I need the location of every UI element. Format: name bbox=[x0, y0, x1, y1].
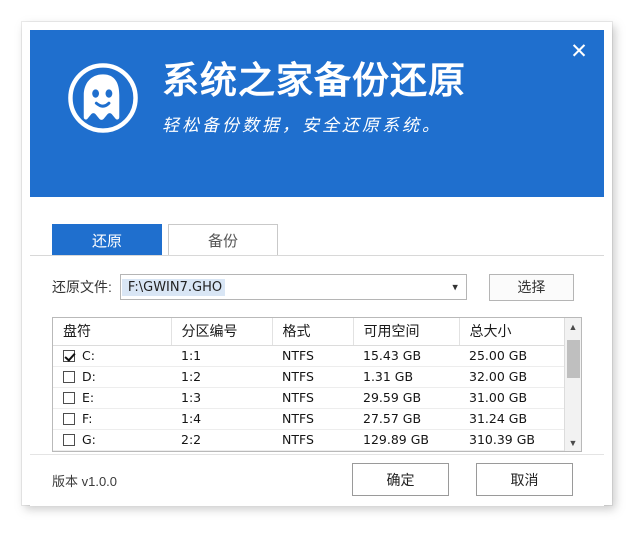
cell-format: NTFS bbox=[272, 345, 353, 366]
col-header-free: 可用空间 bbox=[353, 318, 459, 345]
tab-backup[interactable]: 备份 bbox=[168, 224, 278, 256]
cell-partition: 1:1 bbox=[171, 345, 272, 366]
cell-drive[interactable]: C: bbox=[53, 345, 171, 366]
close-icon[interactable]: ✕ bbox=[564, 36, 594, 66]
cell-total: 31.24 GB bbox=[459, 408, 564, 429]
table-row[interactable]: D: 1:2 NTFS 1.31 GB 32.00 GB bbox=[53, 366, 564, 387]
cell-total: 31.00 GB bbox=[459, 387, 564, 408]
app-title: 系统之家备份还原 bbox=[162, 62, 466, 101]
scrollbar-thumb[interactable] bbox=[567, 340, 580, 378]
restore-file-value: F:\GWIN7.GHO bbox=[122, 279, 225, 296]
drive-letter: F: bbox=[82, 411, 92, 426]
restore-file-row: 还原文件: F:\GWIN7.GHO ▾ 选择 bbox=[52, 273, 584, 301]
cell-free: 1.31 GB bbox=[353, 366, 459, 387]
table-row[interactable]: C: 1:1 NTFS 15.43 GB 25.00 GB bbox=[53, 345, 564, 366]
version-label: 版本 v1.0.0 bbox=[52, 471, 117, 490]
cell-partition: 1:4 bbox=[171, 408, 272, 429]
screen: ✕ 系统之家备份还原 轻松备份数据，安全还原系统。 还原 备份 bbox=[0, 0, 640, 545]
col-header-total: 总大小 bbox=[459, 318, 564, 345]
cell-format: NTFS bbox=[272, 429, 353, 450]
chevron-down-icon[interactable]: ▾ bbox=[452, 281, 458, 294]
cell-total: 310.39 GB bbox=[459, 429, 564, 450]
chevron-up-icon[interactable]: ▲ bbox=[565, 318, 581, 335]
cell-format: NTFS bbox=[272, 408, 353, 429]
table-row[interactable]: E: 1:3 NTFS 29.59 GB 31.00 GB bbox=[53, 387, 564, 408]
drive-letter: E: bbox=[82, 390, 94, 405]
row-checkbox[interactable] bbox=[63, 392, 75, 404]
vertical-scrollbar[interactable]: ▲ ▼ bbox=[564, 318, 581, 451]
partition-rows: C: 1:1 NTFS 15.43 GB 25.00 GB D: 1:2 NTF… bbox=[53, 345, 564, 450]
brand-block: 系统之家备份还原 轻松备份数据，安全还原系统。 bbox=[66, 60, 466, 136]
row-checkbox[interactable] bbox=[63, 434, 75, 446]
cell-drive[interactable]: D: bbox=[53, 366, 171, 387]
select-file-button[interactable]: 选择 bbox=[489, 274, 574, 301]
row-checkbox[interactable] bbox=[63, 413, 75, 425]
tab-bar: 还原 备份 bbox=[52, 224, 278, 256]
drive-letter: D: bbox=[82, 369, 96, 384]
drive-letter: G: bbox=[82, 432, 96, 447]
cell-free: 29.59 GB bbox=[353, 387, 459, 408]
table-row[interactable]: G: 2:2 NTFS 129.89 GB 310.39 GB bbox=[53, 429, 564, 450]
app-body: 还原 备份 还原文件: F:\GWIN7.GHO ▾ 选择 bbox=[30, 197, 604, 497]
cell-drive[interactable]: E: bbox=[53, 387, 171, 408]
ghost-mascot-icon bbox=[66, 61, 140, 135]
app-footer: 版本 v1.0.0 确定 取消 bbox=[30, 454, 604, 506]
cell-partition: 2:2 bbox=[171, 429, 272, 450]
partition-table-body: 盘符 分区编号 格式 可用空间 总大小 C: 1:1 NTFS bbox=[53, 318, 564, 451]
chevron-down-icon[interactable]: ▼ bbox=[565, 434, 581, 451]
table-row[interactable]: F: 1:4 NTFS 27.57 GB 31.24 GB bbox=[53, 408, 564, 429]
row-checkbox[interactable] bbox=[63, 371, 75, 383]
cell-drive[interactable]: G: bbox=[53, 429, 171, 450]
partition-table: 盘符 分区编号 格式 可用空间 总大小 C: 1:1 NTFS bbox=[52, 317, 582, 452]
cell-free: 15.43 GB bbox=[353, 345, 459, 366]
restore-file-label: 还原文件: bbox=[52, 277, 112, 297]
col-header-format: 格式 bbox=[272, 318, 353, 345]
cell-total: 32.00 GB bbox=[459, 366, 564, 387]
table-header-row: 盘符 分区编号 格式 可用空间 总大小 bbox=[53, 318, 564, 345]
cell-format: NTFS bbox=[272, 387, 353, 408]
cell-format: NTFS bbox=[272, 366, 353, 387]
drive-letter: C: bbox=[82, 348, 95, 363]
tab-restore[interactable]: 还原 bbox=[52, 224, 162, 256]
col-header-partition: 分区编号 bbox=[171, 318, 272, 345]
cell-free: 27.57 GB bbox=[353, 408, 459, 429]
cancel-button[interactable]: 取消 bbox=[476, 463, 573, 496]
cell-partition: 1:3 bbox=[171, 387, 272, 408]
restore-file-combobox[interactable]: F:\GWIN7.GHO ▾ bbox=[120, 274, 467, 300]
ok-button[interactable]: 确定 bbox=[352, 463, 449, 496]
app-window: ✕ 系统之家备份还原 轻松备份数据，安全还原系统。 还原 备份 bbox=[22, 22, 612, 505]
cell-partition: 1:2 bbox=[171, 366, 272, 387]
cell-total: 25.00 GB bbox=[459, 345, 564, 366]
cell-drive[interactable]: F: bbox=[53, 408, 171, 429]
row-checkbox[interactable] bbox=[63, 350, 75, 362]
cell-free: 129.89 GB bbox=[353, 429, 459, 450]
brand-text: 系统之家备份还原 轻松备份数据，安全还原系统。 bbox=[162, 60, 466, 136]
col-header-drive: 盘符 bbox=[53, 318, 171, 345]
app-subtitle: 轻松备份数据，安全还原系统。 bbox=[162, 111, 466, 136]
tab-underline bbox=[30, 255, 604, 256]
app-header: ✕ 系统之家备份还原 轻松备份数据，安全还原系统。 bbox=[30, 30, 604, 197]
